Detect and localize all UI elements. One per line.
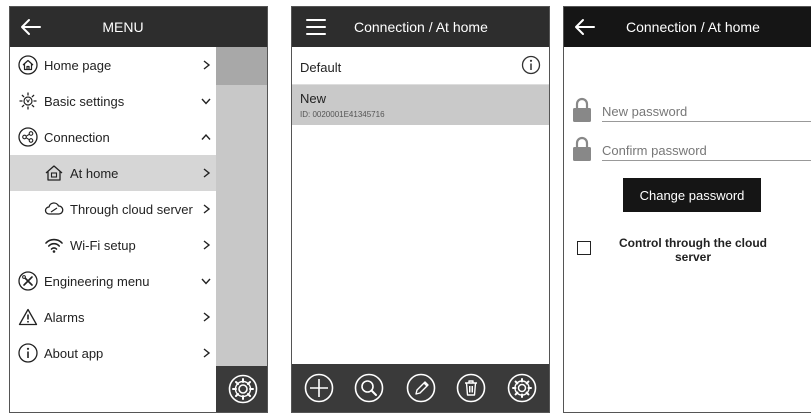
password-screen: Connection / At home Change password Con… [563,6,811,413]
edit-pencil-icon[interactable] [406,373,436,403]
lock-icon [573,97,591,122]
settings-gear-icon[interactable] [507,373,537,403]
chevron-right-icon[interactable] [200,167,212,179]
menu-item-label: Wi-Fi setup [70,238,136,253]
change-password-button[interactable]: Change password [623,178,761,212]
menu-item-alarms[interactable]: Alarms [10,299,216,335]
device-id: ID: 0020001E41345716 [300,110,385,119]
menu-item-at-home[interactable]: At home [10,155,216,191]
info-icon[interactable] [521,55,541,75]
menu-screen: MENU Home page Basic settings Connection At… [9,6,268,413]
home-icon [18,55,38,75]
new-label: New [300,91,327,106]
back-arrow-icon[interactable] [574,16,596,38]
menu-item-label: At home [70,166,119,181]
default-label: Default [300,60,342,75]
search-icon[interactable] [354,373,384,403]
connection-list-screen: Connection / At home Default New ID: 002… [291,6,550,413]
menu-item-label: About app [44,346,104,361]
chevron-right-icon[interactable] [200,59,212,71]
menu-item-label: Connection [44,130,110,145]
add-icon[interactable] [304,373,334,403]
house-icon [45,165,63,181]
new-password-input[interactable] [602,101,811,122]
chevron-right-icon[interactable] [200,311,212,323]
password-header: Connection / At home [564,7,811,47]
wifi-icon [45,238,63,253]
password-title: Connection / At home [626,19,760,35]
new-password-row [572,95,811,125]
menu-item-connection[interactable]: Connection [10,119,216,155]
menu-title: MENU [102,19,144,35]
menu-item-label: Basic settings [44,94,125,109]
info-icon [18,343,38,363]
bottom-toolbar [292,364,549,412]
list-header: Connection / At home [292,7,549,47]
menu-item-label: Alarms [44,310,85,325]
menu-item-through-cloud-server[interactable]: Through cloud server [10,191,216,227]
chevron-down-icon[interactable] [200,275,212,287]
list-title: Connection / At home [354,19,488,35]
menu-header: MENU [10,7,216,47]
list-item-default[interactable]: Default [292,47,549,85]
menu-item-label: Engineering menu [44,274,150,289]
list-item-new[interactable]: New ID: 0020001E41345716 [292,85,549,125]
chevron-right-icon[interactable] [200,203,212,215]
chevron-down-icon[interactable] [200,95,212,107]
chevron-right-icon[interactable] [200,347,212,359]
lock-icon [573,136,591,161]
share-icon [18,127,38,147]
cloud-control-checkbox[interactable] [577,241,591,255]
cloud-icon [44,202,64,215]
menu-item-about-app[interactable]: About app [10,335,216,371]
menu-item-basic-settings[interactable]: Basic settings [10,83,216,119]
alarm-icon [18,308,38,326]
delete-trash-icon[interactable] [456,373,486,403]
menu-item-label: Through cloud server [70,202,193,217]
hamburger-menu-icon[interactable] [306,18,326,36]
menu-item-home-page[interactable]: Home page [10,47,216,83]
chevron-right-icon[interactable] [200,239,212,251]
menu-item-engineering-menu[interactable]: Engineering menu [10,263,216,299]
menu-item-wi-fi-setup[interactable]: Wi-Fi setup [10,227,216,263]
confirm-password-row [572,134,811,164]
basic-settings-icon [19,92,37,110]
cloud-control-label: Control through the cloud server [619,236,767,264]
chevron-up-icon[interactable] [200,131,212,143]
menu-item-label: Home page [44,58,112,73]
confirm-password-input[interactable] [602,140,811,161]
tools-icon [18,271,38,291]
menu-list: Home page Basic settings Connection At home… [10,47,216,371]
background-panel [216,7,267,412]
settings-gear-icon[interactable] [228,374,258,404]
